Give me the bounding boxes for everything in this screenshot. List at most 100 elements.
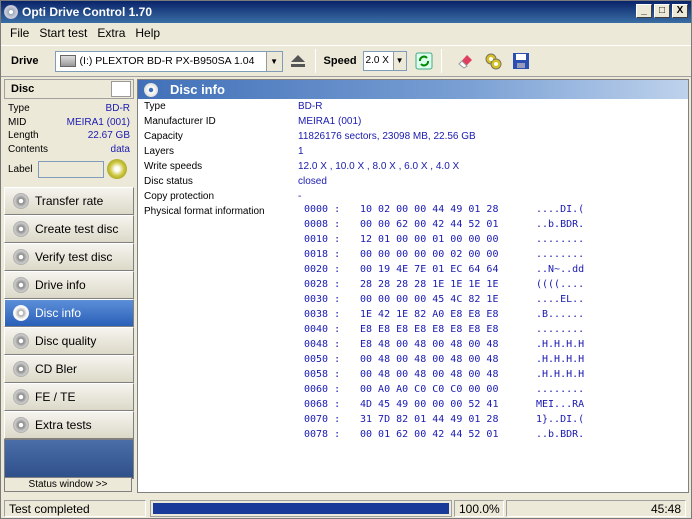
status-window-button[interactable]: Status window >> bbox=[4, 477, 132, 492]
nav-button-label: CD Bler bbox=[35, 362, 78, 376]
status-text: Test completed bbox=[4, 500, 146, 517]
info-row: Capacity 11826176 sectors, 23098 MB, 22.5… bbox=[138, 129, 688, 144]
hex-row: 0020 : 00 19 4E 7E 01 EC 64 64 ..N~..dd bbox=[304, 264, 584, 279]
info-key: Capacity bbox=[144, 131, 183, 142]
nav-button-label: Extra tests bbox=[35, 418, 92, 432]
hex-ascii: MEI...RA bbox=[536, 399, 585, 410]
eraser-icon bbox=[457, 55, 472, 69]
hex-off: 0020 : bbox=[304, 264, 341, 275]
menu-bar: File Start test Extra Help bbox=[1, 23, 691, 43]
nav-button-disc-quality[interactable]: Disc quality bbox=[4, 327, 134, 355]
disc-icon bbox=[13, 417, 29, 433]
refresh-button[interactable] bbox=[413, 50, 435, 72]
disc-icon bbox=[13, 193, 29, 209]
speed-select[interactable]: 2.0 X ▼ bbox=[362, 51, 407, 71]
info-row: Layers 1 bbox=[138, 144, 688, 159]
info-value: closed bbox=[298, 176, 327, 187]
hex-ascii: ..b.BDR. bbox=[536, 219, 585, 230]
hex-off: 0050 : bbox=[304, 354, 341, 365]
menu-extra[interactable]: Extra bbox=[92, 26, 130, 40]
hex-row: 0050 : 00 48 00 48 00 48 00 48 .H.H.H.H bbox=[304, 354, 584, 369]
info-value: MEIRA1 (001) bbox=[298, 116, 362, 127]
info-key: Disc status bbox=[144, 176, 193, 187]
app-window: Opti Drive Control 1.70 _ □ X File Start… bbox=[0, 0, 692, 519]
disc-panel-toggle[interactable] bbox=[111, 81, 131, 97]
hex-ascii: ........ bbox=[536, 324, 585, 335]
hex-off: 0058 : bbox=[304, 369, 341, 380]
title-bar: Opti Drive Control 1.70 _ □ X bbox=[1, 1, 691, 23]
hex-off: 0010 : bbox=[304, 234, 341, 245]
disc-panel-title: Disc bbox=[11, 83, 35, 95]
nav-button-fe-te[interactable]: FE / TE bbox=[4, 383, 134, 411]
eject-icon bbox=[290, 55, 305, 67]
menu-help[interactable]: Help bbox=[130, 26, 165, 40]
minimize-button[interactable]: _ bbox=[636, 4, 652, 18]
label-disc-button[interactable] bbox=[107, 159, 128, 179]
hex-bytes: 12 01 00 00 01 00 00 00 bbox=[360, 234, 499, 245]
hex-off: 0078 : bbox=[304, 429, 341, 440]
prop-key: Length bbox=[8, 130, 39, 141]
drive-select[interactable]: (I:) PLEXTOR BD-R PX-B950SA 1.04 ▼ bbox=[54, 50, 283, 72]
menu-file[interactable]: File bbox=[5, 26, 34, 40]
nav-button-extra-tests[interactable]: Extra tests bbox=[4, 411, 134, 439]
disc-info-table: Type BD-R Manufacturer ID MEIRA1 (001) Capac… bbox=[138, 99, 688, 440]
hex-off: 0040 : bbox=[304, 324, 341, 335]
info-row: Copy protection - bbox=[138, 189, 688, 204]
hex-bytes: 00 00 00 00 45 4C 82 1E bbox=[360, 294, 499, 305]
hex-bytes: 10 02 00 00 44 49 01 28 bbox=[360, 204, 499, 215]
elapsed-time: 45:48 bbox=[506, 500, 686, 517]
prop-value: 22.67 GB bbox=[87, 130, 130, 141]
disc-prop-row: Length 22.67 GB bbox=[8, 130, 130, 144]
floppy-icon bbox=[512, 53, 529, 69]
status-bar: Test completed 100.0% 45:48 bbox=[1, 499, 691, 518]
hex-bytes: 00 01 62 00 42 44 52 01 bbox=[360, 429, 499, 440]
prop-value: BD-R bbox=[105, 103, 130, 114]
hex-ascii: .H.H.H.H bbox=[536, 354, 585, 365]
speed-select-value: 2.0 X bbox=[365, 55, 389, 66]
refresh-icon bbox=[415, 52, 433, 70]
nav-button-verify-test-disc[interactable]: Verify test disc bbox=[4, 243, 134, 271]
hex-off: 0038 : bbox=[304, 309, 341, 320]
hex-row: 0000 : 10 02 00 00 44 49 01 28 ....DI.( bbox=[304, 204, 584, 219]
hex-ascii: 1}..DI.( bbox=[536, 414, 585, 425]
erase-button[interactable] bbox=[454, 50, 476, 72]
hex-bytes: 00 A0 A0 C0 C0 C0 00 00 bbox=[360, 384, 499, 395]
disc-icon bbox=[13, 333, 29, 349]
hex-ascii: ........ bbox=[536, 384, 585, 395]
label-caption: Label bbox=[8, 163, 33, 175]
disc-info-panel: Disc info Type BD-R Manufacturer ID MEIRA1 … bbox=[137, 79, 689, 493]
hex-dump: 0000 :10 02 00 00 44 49 01 28 ....DI.(000… bbox=[304, 204, 584, 444]
chevron-down-icon[interactable]: ▼ bbox=[265, 51, 282, 71]
close-button[interactable]: X bbox=[672, 4, 688, 18]
nav-button-drive-info[interactable]: Drive info bbox=[4, 271, 134, 299]
hex-off: 0018 : bbox=[304, 249, 341, 260]
nav-button-create-test-disc[interactable]: Create test disc bbox=[4, 215, 134, 243]
drive-select-value: (I:) PLEXTOR BD-R PX-B950SA 1.04 bbox=[79, 55, 255, 67]
disc-icon bbox=[13, 249, 29, 265]
nav-button-label: Disc quality bbox=[35, 334, 97, 348]
hex-bytes: E8 48 00 48 00 48 00 48 bbox=[360, 339, 499, 350]
info-row: Type BD-R bbox=[138, 99, 688, 114]
label-input[interactable] bbox=[38, 160, 105, 178]
chevron-down-icon[interactable]: ▼ bbox=[392, 52, 406, 70]
disc-icon bbox=[13, 277, 29, 293]
prop-key: Type bbox=[8, 103, 30, 114]
nav-button-cd-bler[interactable]: CD Bler bbox=[4, 355, 134, 383]
nav-button-transfer-rate[interactable]: Transfer rate bbox=[4, 187, 134, 215]
hex-row: 0068 : 4D 45 49 00 00 00 52 41 MEI...RA bbox=[304, 399, 584, 414]
maximize-button[interactable]: □ bbox=[654, 4, 670, 18]
hex-off: 0030 : bbox=[304, 294, 341, 305]
hex-bytes: 31 7D 82 01 44 49 01 28 bbox=[360, 414, 499, 425]
disc-icon bbox=[13, 389, 29, 405]
prop-value: MEIRA1 (001) bbox=[66, 116, 130, 128]
hex-ascii: .H.H.H.H bbox=[536, 339, 585, 350]
prop-value: data bbox=[110, 143, 130, 155]
hex-row: 0058 : 00 48 00 48 00 48 00 48 .H.H.H.H bbox=[304, 369, 584, 384]
info-row: Manufacturer ID MEIRA1 (001) bbox=[138, 114, 688, 129]
settings-button[interactable] bbox=[482, 50, 504, 72]
eject-button[interactable] bbox=[287, 50, 309, 72]
nav-button-disc-info[interactable]: Disc info bbox=[4, 299, 134, 327]
save-button[interactable] bbox=[510, 50, 532, 72]
hex-bytes: 4D 45 49 00 00 00 52 41 bbox=[360, 399, 499, 410]
menu-start-test[interactable]: Start test bbox=[34, 26, 92, 40]
